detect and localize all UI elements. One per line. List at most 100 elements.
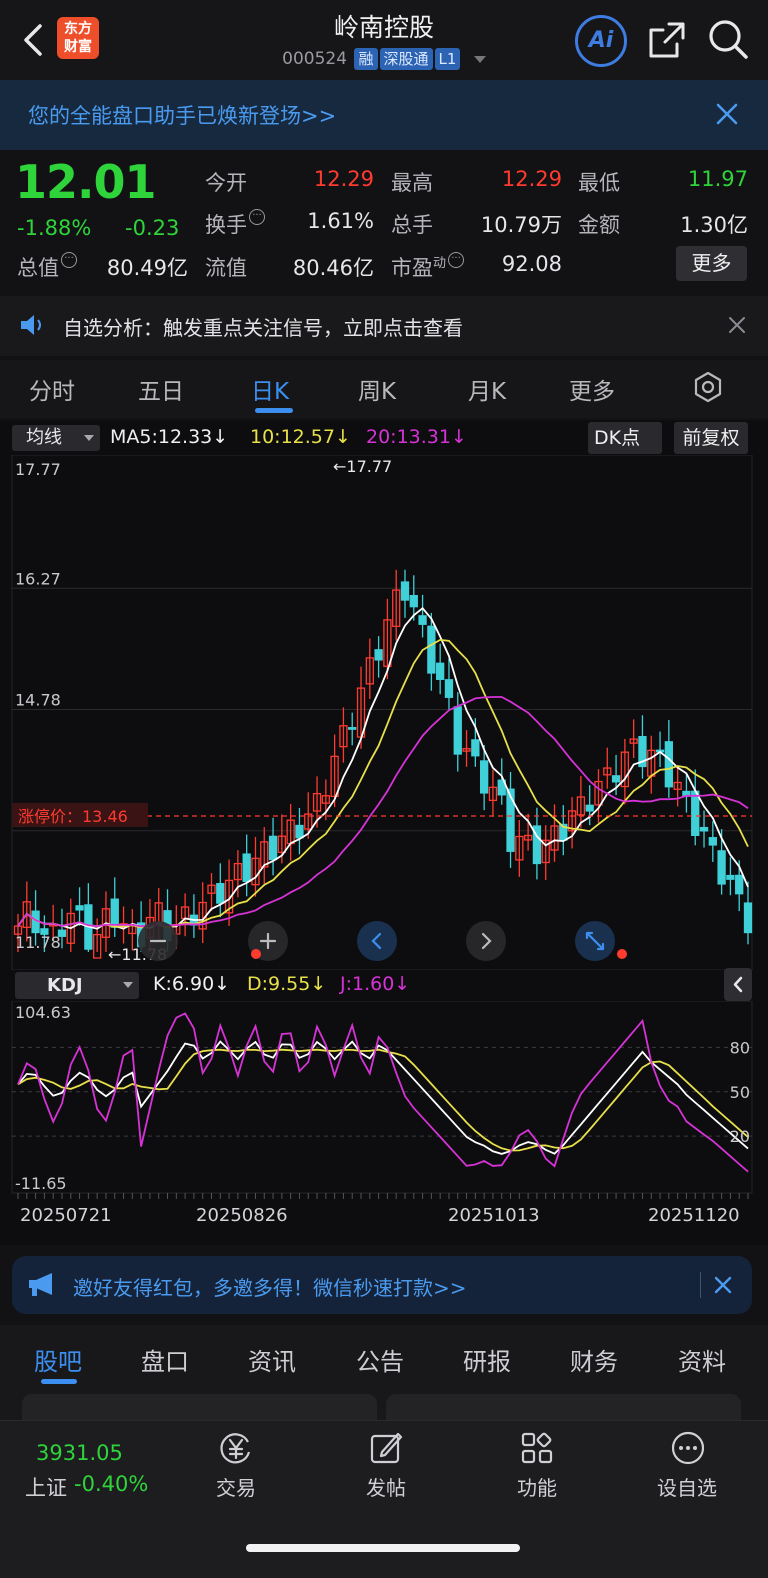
search-icon[interactable] bbox=[707, 18, 749, 60]
k-legend: K:6.90↓ bbox=[153, 973, 231, 995]
kdj-y-min-label: -11.65 bbox=[15, 1174, 67, 1193]
zoom-out-button[interactable] bbox=[138, 921, 178, 961]
x-axis-date: 20250826 bbox=[196, 1205, 288, 1226]
candle-body bbox=[708, 837, 717, 846]
forum-card[interactable] bbox=[22, 1394, 377, 1420]
candle-body bbox=[110, 898, 119, 928]
ma5-legend: MA5:12.33↓ bbox=[110, 426, 229, 448]
candlestick-chart[interactable]: 17.7716.2714.7813.2811.78涨停价：13.46←17.77… bbox=[0, 455, 768, 970]
volume-value: 10.79万 bbox=[480, 213, 562, 237]
tab-more-periods[interactable]: 更多 bbox=[569, 372, 615, 406]
speaker-icon bbox=[21, 315, 41, 335]
turnover-value: 1.61% bbox=[307, 209, 374, 233]
tab-research[interactable]: 研报 bbox=[463, 1342, 511, 1377]
candle-body bbox=[268, 835, 278, 861]
dk-point-button[interactable]: DK点 bbox=[588, 422, 662, 454]
adjust-button[interactable]: 前复权 bbox=[674, 422, 748, 454]
market-cap-value: 80.49亿 bbox=[106, 256, 188, 280]
dropdown-caret-icon[interactable] bbox=[473, 55, 486, 63]
tab-monthly-k[interactable]: 月K bbox=[468, 372, 506, 406]
forum-card[interactable] bbox=[386, 1394, 741, 1420]
candle-body bbox=[611, 775, 621, 783]
index-change[interactable]: -0.40% bbox=[74, 1472, 148, 1496]
kdj-line-k bbox=[17, 1040, 749, 1155]
x-axis-date: 20251013 bbox=[448, 1205, 540, 1226]
candle-body bbox=[400, 581, 410, 601]
promo-banner-text[interactable]: 您的全能盘口助手已焕新登场>> bbox=[28, 100, 336, 130]
low-value: 11.97 bbox=[687, 167, 748, 191]
trade-yen-icon[interactable] bbox=[218, 1430, 254, 1466]
amount-label: 金额 bbox=[578, 213, 620, 237]
candle-body bbox=[717, 850, 726, 885]
candle-body bbox=[75, 905, 84, 911]
tab-financials[interactable]: 财务 bbox=[570, 1342, 618, 1377]
tab-forum[interactable]: 股吧 bbox=[34, 1342, 82, 1377]
tab-profile[interactable]: 资料 bbox=[678, 1342, 726, 1377]
share-icon[interactable] bbox=[647, 20, 687, 60]
info-icon[interactable]: ··· bbox=[448, 252, 465, 268]
indicator-select[interactable]: 均线 bbox=[12, 425, 100, 451]
gear-icon[interactable] bbox=[692, 371, 724, 403]
nav-functions[interactable]: 功能 bbox=[492, 1472, 582, 1501]
ai-assistant-icon[interactable]: Ai bbox=[575, 15, 627, 67]
index-value[interactable]: 3931.05 bbox=[36, 1441, 123, 1465]
chart-frame bbox=[11, 455, 753, 970]
divider bbox=[700, 1272, 701, 1298]
x-axis-date: 20250721 bbox=[20, 1205, 112, 1226]
stock-code: 000524 bbox=[282, 49, 348, 69]
close-icon[interactable] bbox=[712, 99, 742, 129]
candle-body bbox=[479, 760, 489, 794]
float-cap-label: 流值 bbox=[205, 256, 247, 280]
close-icon[interactable] bbox=[726, 314, 748, 336]
candle-body bbox=[216, 883, 225, 904]
candle-body bbox=[691, 790, 700, 836]
y-axis-label: 14.78 bbox=[15, 691, 61, 710]
candle-body bbox=[295, 824, 304, 839]
candle-body bbox=[471, 739, 480, 757]
more-dots-icon[interactable] bbox=[670, 1430, 706, 1466]
tab-order-book[interactable]: 盘口 bbox=[141, 1342, 189, 1377]
market-cap-label: 总值 ··· bbox=[17, 252, 77, 282]
info-icon[interactable]: ··· bbox=[61, 252, 77, 268]
fullscreen-button[interactable] bbox=[575, 921, 615, 961]
more-button[interactable]: 更多 bbox=[676, 246, 747, 281]
ma10-legend: 10:12.57↓ bbox=[250, 426, 351, 448]
candle-body bbox=[664, 741, 673, 788]
y-axis-label: 17.77 bbox=[15, 460, 61, 479]
kdj-right-label: 80 bbox=[730, 1038, 750, 1057]
nav-add-watchlist[interactable]: 设自选 bbox=[642, 1472, 732, 1501]
max-price-marker: ←17.77 bbox=[333, 457, 392, 476]
index-name[interactable]: 上证 bbox=[25, 1472, 67, 1502]
close-icon[interactable] bbox=[712, 1274, 734, 1296]
candle-body bbox=[735, 874, 744, 895]
nav-trade[interactable]: 交易 bbox=[191, 1472, 281, 1501]
tab-daily-k[interactable]: 日K bbox=[251, 372, 289, 406]
j-legend: J:1.60↓ bbox=[340, 973, 411, 995]
scroll-right-button[interactable] bbox=[466, 921, 506, 961]
scroll-right-button-bg bbox=[466, 921, 506, 961]
notice-text[interactable]: 自选分析：触发重点关注信号，立即点击查看 bbox=[63, 312, 463, 341]
scroll-left-button[interactable] bbox=[357, 921, 397, 961]
grid-function-icon[interactable] bbox=[519, 1430, 555, 1466]
y-axis-label: 11.78 bbox=[15, 933, 61, 952]
change-value: -0.23 bbox=[125, 216, 180, 240]
kdj-chart[interactable]: 80 50 20 104.63 -11.65 bbox=[0, 1001, 768, 1201]
tab-weekly-k[interactable]: 周K bbox=[358, 372, 396, 406]
megaphone-icon bbox=[29, 1273, 52, 1296]
candle-body bbox=[374, 649, 383, 661]
kdj-select[interactable]: KDJ bbox=[15, 972, 139, 999]
kdj-y-max-label: 104.63 bbox=[15, 1003, 71, 1022]
tab-intraday[interactable]: 分时 bbox=[29, 372, 75, 406]
collapse-chevron-icon[interactable] bbox=[724, 968, 752, 1001]
tab-news[interactable]: 资讯 bbox=[248, 1342, 296, 1377]
edit-post-icon[interactable] bbox=[368, 1430, 404, 1466]
nav-post[interactable]: 发帖 bbox=[341, 1472, 431, 1501]
candle-body bbox=[418, 615, 427, 625]
info-icon[interactable]: ··· bbox=[249, 209, 265, 225]
invite-text[interactable]: 邀好友得红包，多邀多得！微信秒速打款>> bbox=[73, 1272, 467, 1301]
active-tab-indicator bbox=[255, 408, 293, 413]
tab-five-day[interactable]: 五日 bbox=[138, 372, 184, 406]
connect-tag: 深股通 bbox=[379, 48, 433, 70]
tab-announcements[interactable]: 公告 bbox=[356, 1342, 404, 1377]
candle-body bbox=[726, 874, 735, 880]
